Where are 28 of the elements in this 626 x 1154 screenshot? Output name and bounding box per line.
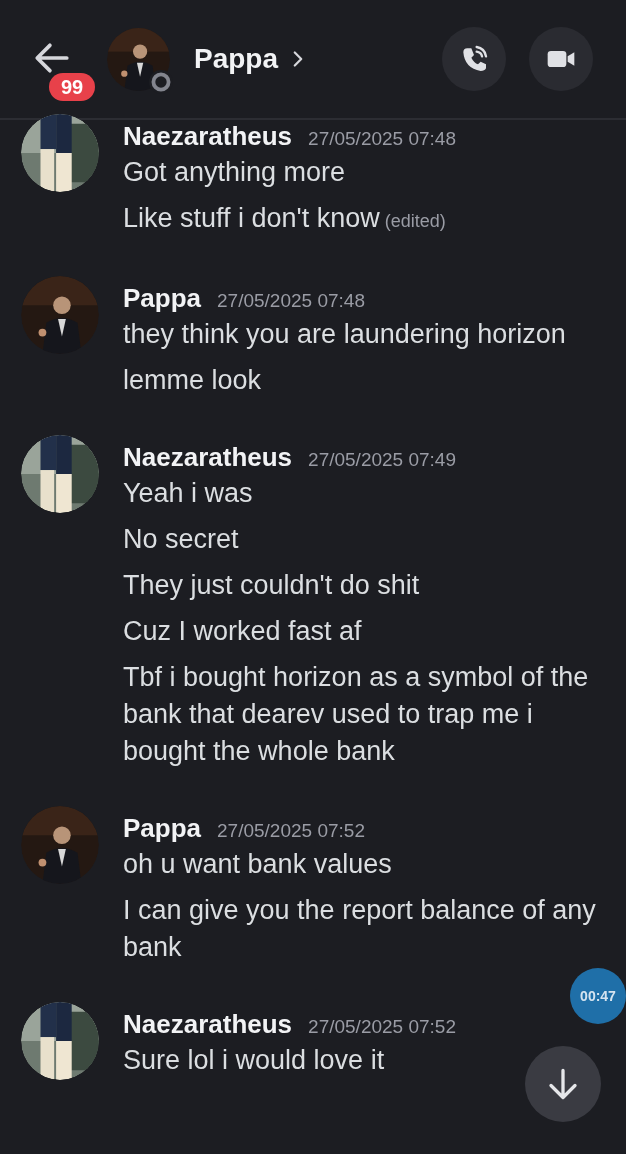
timer-badge: 00:47 (570, 968, 626, 1024)
message-text: Sure lol i would love it (123, 1045, 385, 1075)
message-text: they think you are laundering horizon (123, 319, 566, 349)
author-name[interactable]: Pappa (123, 280, 202, 316)
message-text: lemme look (123, 365, 262, 395)
contact-name[interactable]: Pappa (194, 43, 279, 75)
message-text: oh u want bank values (123, 849, 392, 879)
message-text: Tbf i bought horizon as a symbol of the bank that dearev used to trap me i bought the whole bank (123, 662, 589, 766)
timestamp: 27/05/2025 07:49 (308, 448, 456, 472)
message-text: Cuz I worked fast af (123, 616, 362, 646)
edited-label: (edited) (384, 211, 446, 231)
message-text: Yeah i was (123, 478, 253, 508)
message-text: They just couldn't do shit (123, 570, 420, 600)
chevron-icon[interactable] (292, 50, 305, 68)
timestamp: 27/05/2025 07:52 (217, 819, 365, 843)
offline-status-icon (148, 68, 174, 95)
author-name[interactable]: Naezaratheus (123, 118, 293, 154)
author-name[interactable]: Naezaratheus (123, 439, 293, 475)
message-text: Got anything more (123, 157, 346, 187)
author-name[interactable]: Naezaratheus (123, 1006, 293, 1042)
message-text: I can give you the report balance of any bank (123, 895, 596, 962)
message-text: No secret (123, 524, 239, 554)
timestamp: 27/05/2025 07:48 (217, 289, 365, 313)
unread-badge: 99 (49, 73, 96, 101)
timestamp: 27/05/2025 07:52 (308, 1015, 456, 1039)
timestamp: 27/05/2025 07:48 (308, 127, 456, 151)
author-name[interactable]: Pappa (123, 810, 202, 846)
message-text: Like stuff i don't know (123, 203, 380, 233)
